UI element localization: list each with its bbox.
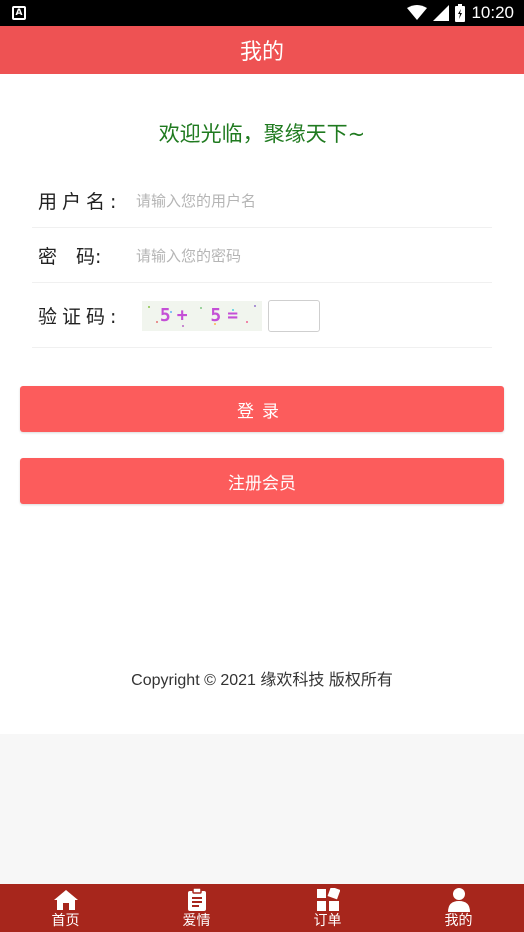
user-icon [447, 888, 470, 912]
status-bar: A 10:20 [0, 0, 524, 26]
tab-home[interactable]: 首页 [0, 884, 131, 932]
tab-mine-label: 我的 [444, 913, 473, 929]
username-row: 用户名: [32, 174, 492, 228]
page-title: 我的 [239, 40, 284, 65]
register-button[interactable]: 注册会员 [20, 458, 504, 504]
tab-orders-label: 订单 [313, 913, 342, 929]
list-icon [187, 888, 206, 911]
bottom-tabbar: 首页 爱情 订单 我的 [0, 884, 524, 932]
battery-icon [455, 4, 466, 22]
password-label: 密 码: [38, 246, 102, 268]
username-label: 用户名: [38, 191, 122, 213]
password-input[interactable] [136, 246, 436, 265]
captcha-input[interactable] [268, 299, 320, 332]
captcha-label: 验证码: [38, 306, 122, 328]
login-panel: 欢迎光临，聚缘天下~ 用户名: 密 码: 验证码: 5+ 5= 登录 注册会员 … [0, 74, 524, 734]
password-row: 密 码: [32, 229, 492, 283]
notification-a-icon: A [12, 6, 26, 20]
tab-love-label: 爱情 [182, 913, 211, 929]
tab-orders[interactable]: 订单 [262, 884, 393, 932]
app-header: 我的 [0, 26, 524, 74]
wifi-icon [407, 5, 428, 20]
tab-home-label: 首页 [51, 913, 80, 929]
tab-mine[interactable]: 我的 [393, 884, 524, 932]
username-input[interactable] [136, 191, 436, 210]
grid-icon [316, 888, 340, 911]
login-button[interactable]: 登录 [20, 386, 504, 432]
tab-love[interactable]: 爱情 [131, 884, 262, 932]
copyright-text: Copyright © 2021 缘欢科技 版权所有 [131, 672, 393, 689]
captcha-text: 5+ 5= [159, 305, 245, 326]
welcome-text: 欢迎光临，聚缘天下~ [158, 122, 366, 146]
status-time: 10:20 [471, 3, 514, 22]
home-icon [53, 890, 78, 910]
captcha-row: 验证码: 5+ 5= [32, 284, 492, 348]
signal-icon [433, 5, 450, 21]
captcha-image[interactable]: 5+ 5= [142, 300, 262, 331]
